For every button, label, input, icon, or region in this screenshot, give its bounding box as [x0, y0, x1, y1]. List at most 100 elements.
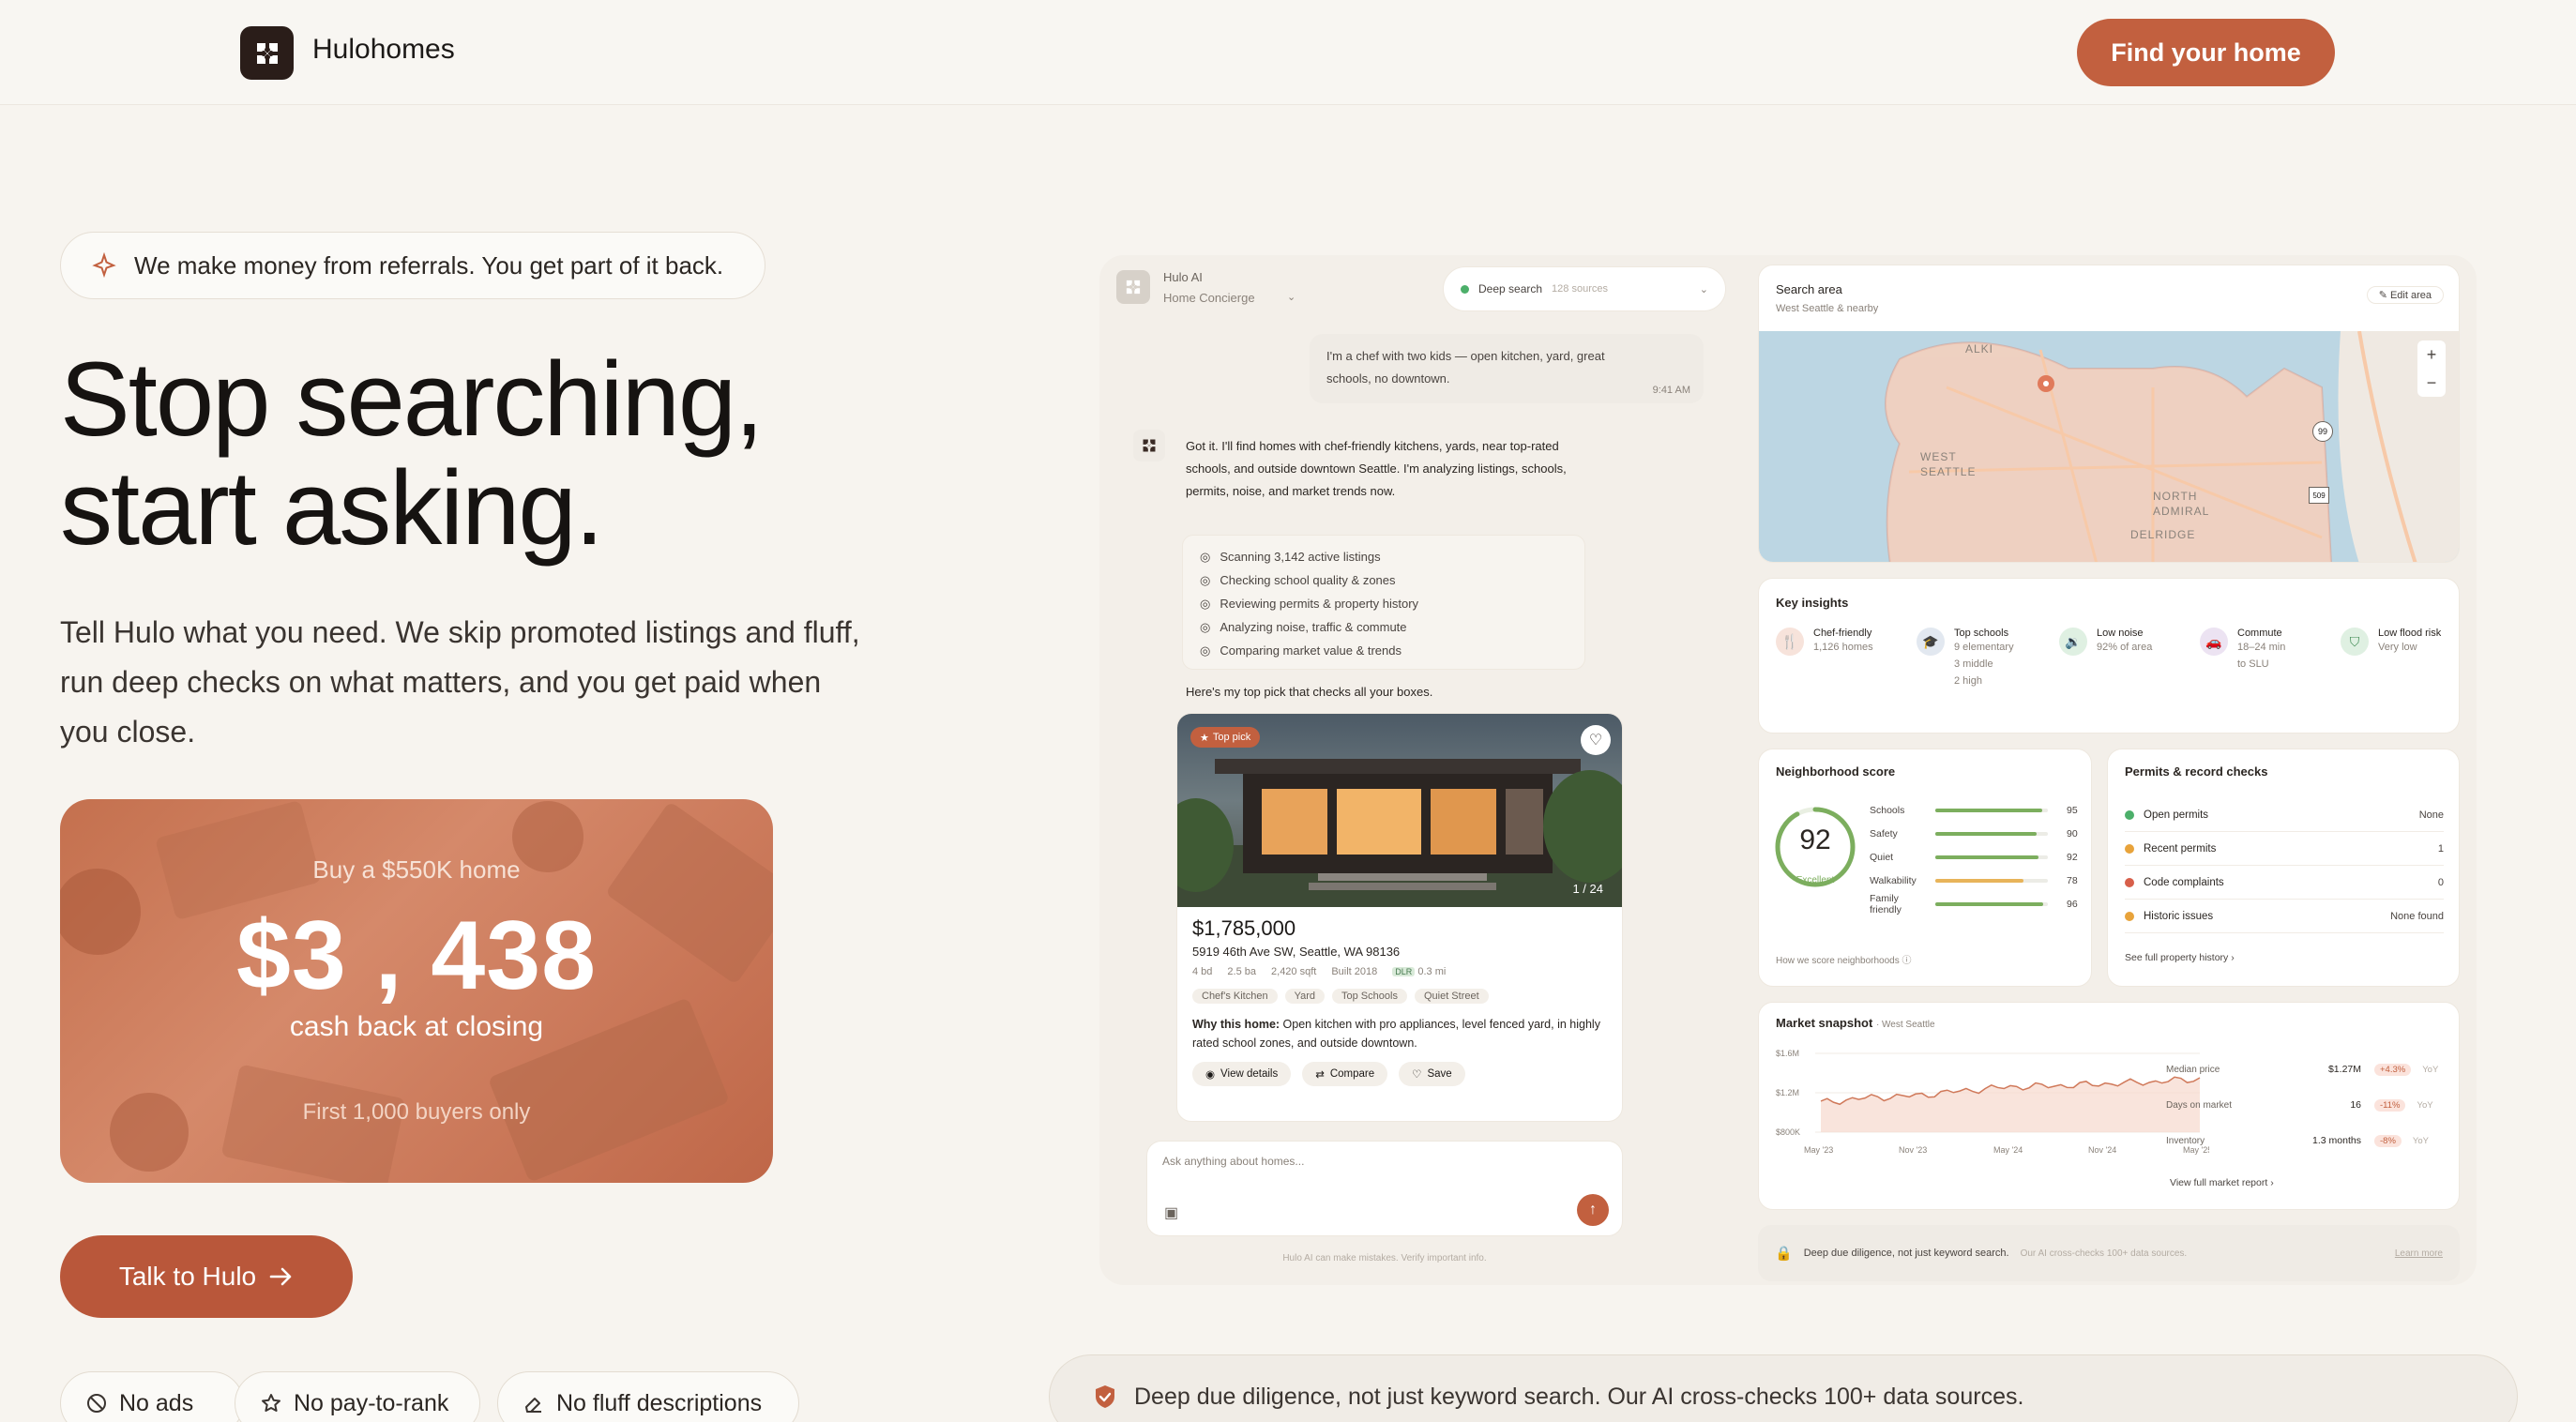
top-pick-intro: Here's my top pick that checks all your …: [1186, 685, 1433, 699]
star-icon: [262, 1394, 280, 1412]
map-label: DELRIDGE: [2130, 528, 2196, 541]
assistant-name: Hulo AI: [1163, 270, 1203, 284]
star-icon: ★: [1200, 732, 1209, 744]
feature-no-pay-to-rank: No pay-to-rank: [235, 1371, 480, 1422]
permit-row[interactable]: Code complaints 0: [2125, 866, 2444, 900]
market-stat-label: Inventory: [2166, 1135, 2205, 1146]
permits-title: Permits & record checks: [2125, 764, 2268, 779]
promo-cashback-label: cash back at closing: [289, 1011, 544, 1042]
save-button[interactable]: ♡ Save: [1399, 1062, 1465, 1086]
map-view[interactable]: ALKI WEST SEATTLE NORTH ADMIRAL DELRIDGE…: [1759, 331, 2459, 562]
market-stat-row: Median price $1.27M +4.3% YoY: [2166, 1051, 2447, 1087]
search-area-card: Search area West Seattle & nearby ✎ Edit…: [1758, 265, 2460, 563]
find-your-home-button[interactable]: Find your home: [2077, 19, 2335, 86]
analysis-step: ◎ Scanning 3,142 active listings: [1200, 549, 1381, 565]
score-label: Family friendly: [1870, 892, 1902, 915]
check-circle-icon: ◎: [1200, 596, 1211, 611]
favorite-heart-icon[interactable]: ♡: [1581, 725, 1611, 755]
status-dot-icon: [1461, 284, 1469, 294]
market-report-link[interactable]: View full market report ›: [2170, 1177, 2274, 1188]
puzzle-logo-icon: [1126, 280, 1141, 295]
insight-item: 🍴 Chef-friendly 1,126 homes: [1776, 628, 1917, 689]
info-icon: ⓘ: [1902, 956, 1912, 966]
x-tick-label: May '24: [1993, 1145, 2023, 1155]
property-history-link[interactable]: See full property history ›: [2125, 952, 2235, 963]
cashback-promo-card: Buy a $550K home $3 , 438 cash back at c…: [60, 799, 773, 1183]
assistant-role[interactable]: Home Concierge: [1163, 291, 1255, 305]
listing-specs: 4 bd 2.5 ba 2,420 sqft Built 2018 DLR 0.3 mi: [1192, 966, 1447, 977]
neighborhood-score-grade: Excellent: [1796, 875, 1835, 885]
permit-row[interactable]: Recent permits 1: [2125, 832, 2444, 866]
referral-pill: We make money from referrals. You get pa…: [60, 232, 765, 299]
school-icon: 🎓: [1917, 628, 1945, 656]
score-row: Safety 90: [1870, 822, 2078, 845]
market-price-chart: $1.6M $1.2M $800K May '23 Nov '23 May '24 Nov …: [1776, 1049, 2209, 1155]
promo-limit-note: First 1,000 buyers only: [302, 1099, 531, 1125]
hero-title-line1: Stop searching,: [60, 340, 764, 458]
zoom-out-icon[interactable]: −: [2427, 373, 2437, 393]
score-value: 95: [2067, 804, 2078, 816]
status-dot-icon: [2125, 877, 2134, 887]
key-insights-card: Key insights 🍴 Chef-friendly 1,126 homes 🎓…: [1758, 578, 2460, 734]
market-stat-row: Days on market 16 -11% YoY: [2166, 1087, 2447, 1123]
listing-card[interactable]: ★ Top pick ♡ 1 / 24 $1,785,000 5919 46th …: [1176, 713, 1623, 1122]
zoom-controls: + −: [2417, 340, 2446, 397]
edit-area-button[interactable]: ✎ Edit area: [2366, 286, 2444, 304]
learn-more-link[interactable]: Learn more: [2395, 1248, 2443, 1259]
score-bar-fill: [1935, 878, 2023, 883]
market-stat-value: $1.27M: [2327, 1064, 2361, 1075]
x-tick-label: Nov '23: [1899, 1145, 1927, 1155]
why-this-home: Why this home: Open kitchen with pro app…: [1192, 1018, 1600, 1050]
score-value: 96: [2067, 898, 2078, 910]
permit-value: 0: [2437, 876, 2444, 888]
permit-label: Historic issues: [2144, 910, 2214, 922]
score-bar: [1935, 831, 2048, 836]
score-label: Safety: [1870, 827, 1898, 840]
eye-icon: ◉: [1205, 1069, 1216, 1081]
listing-photo[interactable]: ★ Top pick ♡ 1 / 24: [1177, 714, 1622, 907]
image-upload-icon[interactable]: ▣: [1164, 1203, 1178, 1222]
chat-input-placeholder[interactable]: Ask anything about homes...: [1162, 1155, 1607, 1168]
brand-name[interactable]: Hulohomes: [312, 34, 455, 66]
score-bar-fill: [1935, 808, 2042, 812]
score-bar: [1935, 855, 2048, 859]
chat-input-box[interactable]: Ask anything about homes... ▣ ↑: [1146, 1141, 1623, 1236]
analysis-step: ◎ Checking school quality & zones: [1200, 572, 1396, 588]
feature-label: No ads: [119, 1389, 194, 1416]
top-pick-badge: ★ Top pick: [1190, 727, 1261, 748]
talk-to-hulo-label: Talk to Hulo: [118, 1262, 257, 1291]
score-bar-fill: [1935, 901, 2044, 906]
zoom-in-icon[interactable]: +: [2427, 345, 2437, 365]
talk-to-hulo-button[interactable]: Talk to Hulo: [60, 1235, 353, 1318]
key-insights-title: Key insights: [1776, 596, 1849, 610]
sparkle-icon: [92, 252, 116, 279]
permit-value: None found: [2390, 910, 2444, 922]
insight-item: 🚗 Commute 18–24 min to SLU: [2200, 628, 2341, 689]
market-snapshot-card: Market snapshot · West Seattle $1.6M $1.2…: [1758, 1002, 2460, 1210]
market-stat-label: Days on market: [2166, 1099, 2233, 1111]
search-mode-select[interactable]: Deep search 128 sources ⌄: [1443, 266, 1726, 311]
compare-icon: ⇄: [1315, 1069, 1325, 1081]
compare-button[interactable]: ⇄ Compare: [1302, 1062, 1388, 1086]
map-label: NORTH ADMIRAL: [2153, 490, 2210, 518]
score-bar: [1935, 808, 2048, 812]
score-value: 90: [2067, 827, 2078, 840]
score-row: Walkability 78: [1870, 869, 2078, 892]
permit-label: Code complaints: [2144, 876, 2224, 888]
neighborhood-score-value: 92: [1799, 824, 1831, 855]
permit-row[interactable]: Historic issues None found: [2125, 900, 2444, 933]
how-we-score-link[interactable]: How we score neighborhoods ⓘ: [1776, 952, 1912, 966]
promo-cashback-amount: $3 , 438: [236, 901, 597, 1010]
chevron-down-icon[interactable]: ⌄: [1287, 291, 1296, 303]
market-stat-label: Median price: [2166, 1064, 2220, 1075]
map-label: ALKI: [1965, 342, 1994, 356]
hulohomes-logo[interactable]: [240, 26, 294, 80]
market-title: Market snapshot · West Seattle: [1776, 1016, 1935, 1030]
view-details-button[interactable]: ◉ View details: [1192, 1062, 1292, 1086]
permit-row[interactable]: Open permits None: [2125, 798, 2444, 832]
score-bar: [1935, 878, 2048, 883]
market-stat-period: YoY: [2412, 1135, 2429, 1146]
map-label: WEST SEATTLE: [1920, 450, 1977, 478]
send-arrow-icon[interactable]: ↑: [1577, 1194, 1609, 1226]
analysis-steps-list: ◎ Scanning 3,142 active listings ◎ Checkin…: [1182, 535, 1585, 670]
